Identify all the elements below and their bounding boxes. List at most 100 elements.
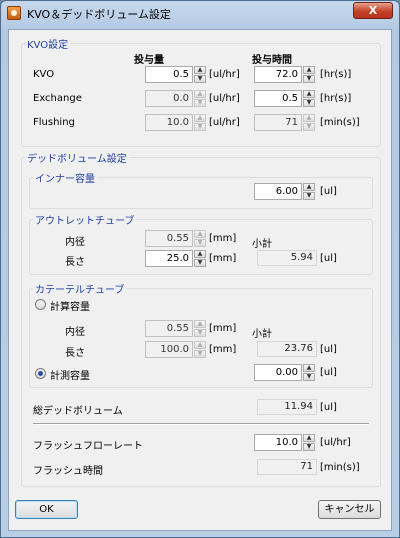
exchange-volume-stepper: 0.0 ▲ ▼ (145, 90, 207, 107)
catheter-subtotal-label: 小計 (252, 329, 272, 340)
flush-time-label: フラッシュ時間 (33, 466, 103, 477)
spin-down-icon[interactable]: ▼ (303, 443, 315, 451)
catheter-length-stepper: 100.0 ▲ ▼ (145, 341, 207, 358)
measured-volume-radio[interactable] (35, 368, 46, 379)
exchange-volume-input: 0.0 (145, 90, 193, 107)
spin-up-icon: ▲ (194, 90, 206, 98)
outlet-length-input[interactable]: 25.0 (145, 250, 193, 267)
measured-volume-stepper[interactable]: 0.00 ▲ ▼ (254, 364, 316, 381)
spin-up-icon[interactable]: ▲ (194, 66, 206, 74)
flushing-time-unit: [min(s)] (320, 117, 360, 128)
catheter-diameter-label: 内径 (65, 327, 85, 338)
catheter-length-input: 100.0 (145, 341, 193, 358)
outlet-length-label: 長さ (65, 257, 85, 268)
outlet-tube-legend: アウトレットチューブ (33, 212, 137, 227)
flush-rate-unit: [ul/hr] (320, 437, 351, 448)
kvo-time-stepper[interactable]: 72.0 ▲ ▼ (254, 66, 316, 83)
inner-volume-legend: インナー容量 (33, 170, 97, 185)
outlet-diameter-stepper: 0.55 ▲ ▼ (145, 230, 207, 247)
total-dead-volume-label: 総デッドボリューム (33, 406, 123, 417)
calc-volume-label[interactable]: 計算容量 (50, 298, 90, 313)
kvo-volume-header: 投与量 (134, 55, 164, 66)
exchange-time-input[interactable]: 0.5 (254, 90, 302, 107)
kvo-time-input[interactable]: 72.0 (254, 66, 302, 83)
title-bar[interactable]: KVO＆デッドボリューム設定 X (1, 1, 399, 25)
outlet-diameter-input: 0.55 (145, 230, 193, 247)
flushing-row-label: Flushing (33, 117, 75, 128)
outlet-diameter-unit: [mm] (209, 233, 237, 244)
kvo-volume-unit: [ul/hr] (209, 69, 240, 80)
outlet-length-unit: [mm] (209, 253, 237, 264)
cancel-button[interactable]: キャンセル (318, 500, 381, 519)
inner-volume-unit: [ul] (320, 186, 337, 197)
exchange-volume-unit: [ul/hr] (209, 93, 240, 104)
spin-up-icon: ▲ (194, 341, 206, 349)
spin-down-icon[interactable]: ▼ (303, 99, 315, 107)
kvo-volume-stepper[interactable]: 0.5 ▲ ▼ (145, 66, 207, 83)
dialog-client: KVO設定 投与量 投与時間 KVO 0.5 ▲ ▼ [ul/hr] 72.0 … (8, 29, 392, 531)
measured-volume-unit: [ul] (320, 367, 337, 378)
inner-volume-input[interactable]: 6.00 (254, 183, 302, 200)
kvo-volume-input[interactable]: 0.5 (145, 66, 193, 83)
spin-up-icon[interactable]: ▲ (303, 183, 315, 191)
kvo-time-header: 投与時間 (252, 55, 292, 66)
exchange-row-label: Exchange (33, 93, 82, 104)
kvo-legend: KVO設定 (25, 36, 71, 51)
catheter-subtotal-unit: [ul] (320, 344, 337, 355)
catheter-length-unit: [mm] (209, 344, 237, 355)
app-icon (7, 6, 21, 20)
measured-volume-label[interactable]: 計測容量 (50, 367, 90, 382)
kvo-time-unit: [hr(s)] (320, 69, 352, 80)
spin-down-icon: ▼ (194, 239, 206, 247)
flushing-volume-input: 10.0 (145, 114, 193, 131)
catheter-diameter-unit: [mm] (209, 323, 237, 334)
outlet-diameter-label: 内径 (65, 237, 85, 248)
calc-volume-radio[interactable] (35, 299, 46, 310)
flush-rate-input[interactable]: 10.0 (254, 434, 302, 451)
outlet-subtotal-unit: [ul] (320, 253, 337, 264)
spin-up-icon[interactable]: ▲ (303, 434, 315, 442)
spin-up-icon: ▲ (194, 230, 206, 238)
spin-down-icon[interactable]: ▼ (303, 373, 315, 381)
spin-up-icon[interactable]: ▲ (303, 90, 315, 98)
flushing-volume-stepper: 10.0 ▲ ▼ (145, 114, 207, 131)
exchange-time-stepper[interactable]: 0.5 ▲ ▼ (254, 90, 316, 107)
flushing-volume-unit: [ul/hr] (209, 117, 240, 128)
flush-time-value: 71 (257, 459, 317, 475)
spin-up-icon[interactable]: ▲ (303, 364, 315, 372)
close-button[interactable]: X (353, 2, 393, 19)
catheter-length-label: 長さ (65, 348, 85, 359)
outlet-length-stepper[interactable]: 25.0 ▲ ▼ (145, 250, 207, 267)
catheter-diameter-input: 0.55 (145, 320, 193, 337)
spin-up-icon: ▲ (303, 114, 315, 122)
catheter-diameter-stepper: 0.55 ▲ ▼ (145, 320, 207, 337)
spin-down-icon[interactable]: ▼ (194, 75, 206, 83)
dialog-window: KVO＆デッドボリューム設定 X KVO設定 投与量 投与時間 KVO 0.5 … (0, 0, 400, 538)
kvo-row-label: KVO (33, 69, 55, 80)
spin-down-icon: ▼ (194, 99, 206, 107)
outlet-subtotal-value: 5.94 (257, 250, 317, 266)
spin-down-icon: ▼ (194, 350, 206, 358)
flushing-time-stepper: 71 ▲ ▼ (254, 114, 316, 131)
catheter-subtotal-value: 23.76 (257, 341, 317, 357)
spin-up-icon[interactable]: ▲ (194, 250, 206, 258)
ok-button[interactable]: OK (15, 500, 78, 519)
spin-up-icon[interactable]: ▲ (303, 66, 315, 74)
spin-down-icon[interactable]: ▼ (303, 192, 315, 200)
spin-down-icon[interactable]: ▼ (303, 75, 315, 83)
spin-down-icon: ▼ (194, 123, 206, 131)
spin-down-icon[interactable]: ▼ (194, 259, 206, 267)
spin-up-icon: ▲ (194, 114, 206, 122)
spin-down-icon: ▼ (194, 329, 206, 337)
flush-rate-stepper[interactable]: 10.0 ▲ ▼ (254, 434, 316, 451)
spin-down-icon: ▼ (303, 123, 315, 131)
catheter-tube-legend: カテーテルチューブ (33, 281, 127, 296)
flushing-time-input: 71 (254, 114, 302, 131)
exchange-time-unit: [hr(s)] (320, 93, 352, 104)
inner-volume-stepper[interactable]: 6.00 ▲ ▼ (254, 183, 316, 200)
total-dead-volume-value: 11.94 (257, 399, 317, 415)
measured-volume-input[interactable]: 0.00 (254, 364, 302, 381)
flush-time-unit: [min(s)] (320, 462, 360, 473)
dead-volume-legend: デッドボリューム設定 (25, 150, 129, 165)
flush-rate-label: フラッシュフローレート (33, 441, 143, 452)
